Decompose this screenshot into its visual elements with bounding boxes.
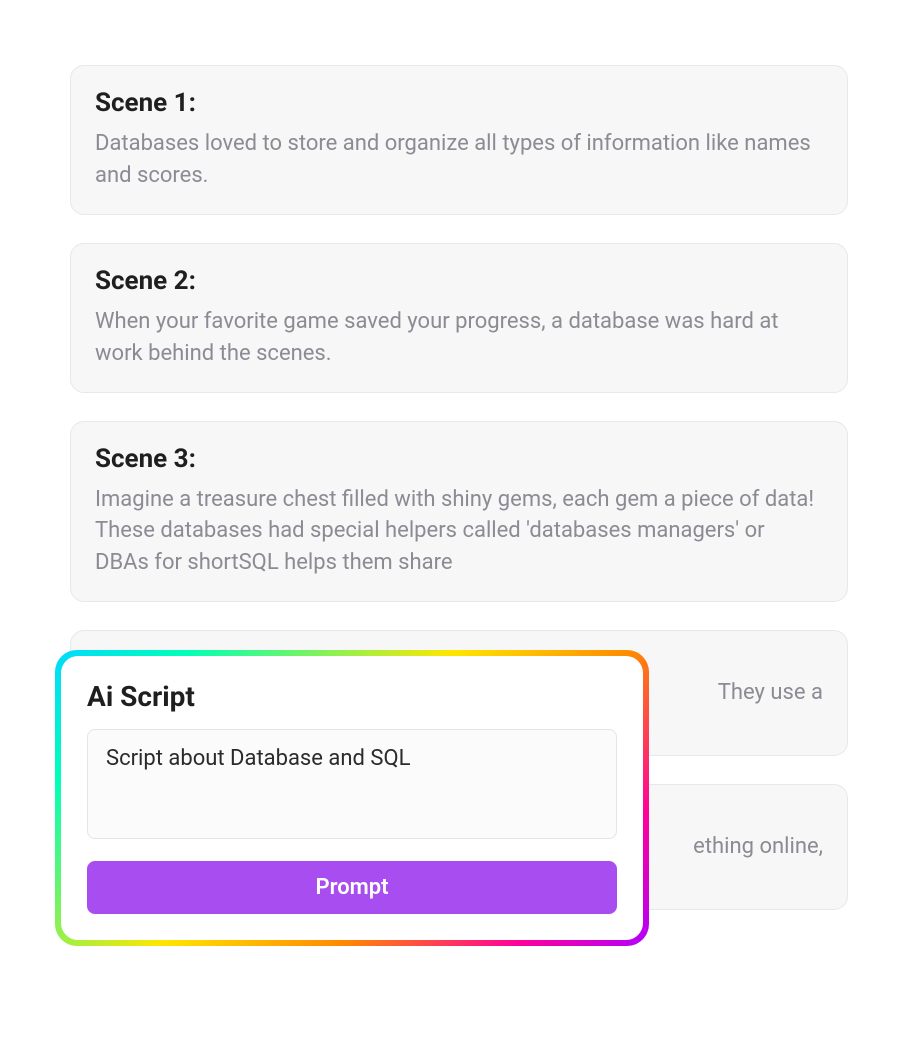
- scene-title: Scene 2:: [95, 266, 823, 296]
- scene-title: Scene 1:: [95, 88, 823, 118]
- scene-title: Scene 3:: [95, 444, 823, 474]
- main-container: Scene 1: Databases loved to store and or…: [0, 0, 918, 1064]
- ai-script-input[interactable]: Script about Database and SQL: [87, 729, 617, 839]
- prompt-button[interactable]: Prompt: [87, 861, 617, 914]
- scene-body: When your favorite game saved your progr…: [95, 306, 823, 370]
- scene-card-1[interactable]: Scene 1: Databases loved to store and or…: [70, 65, 848, 215]
- scene-body: Imagine a treasure chest filled with shi…: [95, 484, 823, 580]
- ai-script-panel: Ai Script Script about Database and SQL …: [61, 656, 643, 940]
- scene-card-2[interactable]: Scene 2: When your favorite game saved y…: [70, 243, 848, 393]
- scene-card-3[interactable]: Scene 3: Imagine a treasure chest filled…: [70, 421, 848, 603]
- ai-script-title: Ai Script: [87, 680, 617, 713]
- ai-script-popup: Ai Script Script about Database and SQL …: [55, 650, 649, 946]
- scene-body: Databases loved to store and organize al…: [95, 128, 823, 192]
